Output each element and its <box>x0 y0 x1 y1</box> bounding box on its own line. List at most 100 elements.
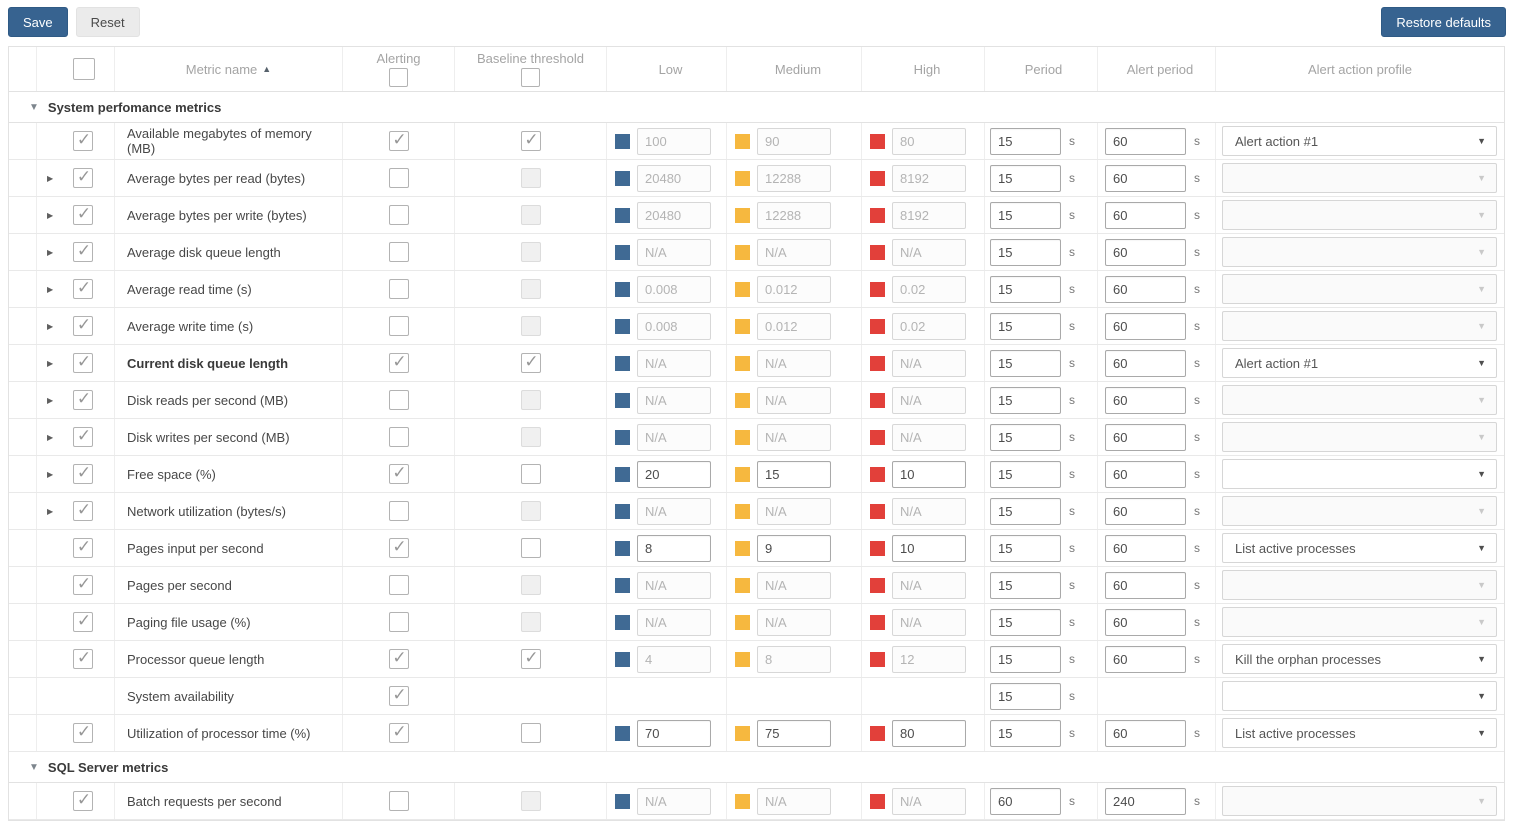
alerting-checkbox[interactable]: ✓ <box>388 353 409 373</box>
expand-icon[interactable]: ▶ <box>47 285 63 294</box>
period-input[interactable] <box>990 423 1061 451</box>
alert-period-input[interactable] <box>1105 164 1186 192</box>
alert-action-select[interactable]: Kill the orphan processes ▼ <box>1222 644 1497 674</box>
medium-input[interactable] <box>757 719 831 747</box>
baseline-checkbox[interactable]: ✓ <box>520 649 541 669</box>
save-button[interactable]: Save <box>8 7 68 37</box>
alerting-checkbox[interactable]: ✓ <box>388 131 409 151</box>
baseline-checkbox[interactable] <box>520 464 541 484</box>
row-checkbox[interactable]: ✓ <box>73 612 93 632</box>
alerting-checkbox[interactable] <box>388 575 409 595</box>
row-checkbox[interactable]: ✓ <box>73 279 93 299</box>
alert-period-input[interactable] <box>1105 201 1186 229</box>
alert-period-input[interactable] <box>1105 571 1186 599</box>
alert-period-input[interactable] <box>1105 275 1186 303</box>
alert-period-input[interactable] <box>1105 719 1186 747</box>
low-input[interactable] <box>637 719 711 747</box>
period-input[interactable] <box>990 275 1061 303</box>
period-input[interactable] <box>990 460 1061 488</box>
alert-period-input[interactable] <box>1105 349 1186 377</box>
alerting-checkbox[interactable] <box>388 791 409 811</box>
select-all-checkbox[interactable] <box>73 58 95 80</box>
period-input[interactable] <box>990 497 1061 525</box>
period-input[interactable] <box>990 312 1061 340</box>
alert-period-input[interactable] <box>1105 238 1186 266</box>
reset-button[interactable]: Reset <box>75 7 140 37</box>
restore-defaults-button[interactable]: Restore defaults <box>1381 7 1506 37</box>
alerting-checkbox[interactable] <box>388 390 409 410</box>
row-checkbox[interactable]: ✓ <box>73 205 93 225</box>
row-checkbox[interactable]: ✓ <box>73 242 93 262</box>
alerting-checkbox[interactable] <box>388 612 409 632</box>
alert-period-input[interactable] <box>1105 127 1186 155</box>
alerting-checkbox[interactable]: ✓ <box>388 464 409 484</box>
alerting-all-checkbox[interactable] <box>389 68 408 87</box>
baseline-checkbox[interactable]: ✓ <box>520 131 541 151</box>
period-input[interactable] <box>990 719 1061 747</box>
alerting-checkbox[interactable] <box>388 501 409 521</box>
row-checkbox[interactable]: ✓ <box>73 723 93 743</box>
alerting-checkbox[interactable]: ✓ <box>388 723 409 743</box>
period-input[interactable] <box>990 787 1061 815</box>
medium-input[interactable] <box>757 534 831 562</box>
expand-icon[interactable]: ▶ <box>47 396 63 405</box>
expand-icon[interactable]: ▶ <box>47 507 63 516</box>
alert-period-input[interactable] <box>1105 645 1186 673</box>
row-checkbox[interactable]: ✓ <box>73 131 93 151</box>
baseline-checkbox[interactable] <box>520 723 541 743</box>
baseline-all-checkbox[interactable] <box>521 68 540 87</box>
high-input[interactable] <box>892 460 966 488</box>
period-input[interactable] <box>990 386 1061 414</box>
alerting-checkbox[interactable]: ✓ <box>388 538 409 558</box>
alerting-checkbox[interactable] <box>388 242 409 262</box>
row-checkbox[interactable]: ✓ <box>73 464 93 484</box>
row-checkbox[interactable]: ✓ <box>73 316 93 336</box>
alerting-checkbox[interactable] <box>388 427 409 447</box>
expand-icon[interactable]: ▶ <box>47 433 63 442</box>
collapse-icon[interactable]: ▼ <box>29 762 39 773</box>
alerting-checkbox[interactable] <box>388 316 409 336</box>
alerting-checkbox[interactable]: ✓ <box>388 686 409 706</box>
medium-input[interactable] <box>757 460 831 488</box>
alert-action-select[interactable]: Alert action #1 ▼ <box>1222 126 1497 156</box>
expand-icon[interactable]: ▶ <box>47 174 63 183</box>
alert-period-input[interactable] <box>1105 386 1186 414</box>
baseline-checkbox[interactable] <box>520 538 541 558</box>
low-input[interactable] <box>637 460 711 488</box>
alert-period-input[interactable] <box>1105 497 1186 525</box>
header-metric-name[interactable]: Metric name ▲ <box>115 47 343 91</box>
alert-period-input[interactable] <box>1105 460 1186 488</box>
row-checkbox[interactable]: ✓ <box>73 538 93 558</box>
alert-period-input[interactable] <box>1105 312 1186 340</box>
period-input[interactable] <box>990 238 1061 266</box>
period-input[interactable] <box>990 201 1061 229</box>
baseline-checkbox[interactable]: ✓ <box>520 353 541 373</box>
period-input[interactable] <box>990 164 1061 192</box>
alert-period-input[interactable] <box>1105 608 1186 636</box>
alert-action-select[interactable]: List active processes ▼ <box>1222 533 1497 563</box>
low-input[interactable] <box>637 534 711 562</box>
row-checkbox[interactable]: ✓ <box>73 649 93 669</box>
period-input[interactable] <box>990 608 1061 636</box>
expand-icon[interactable]: ▶ <box>47 248 63 257</box>
expand-icon[interactable]: ▶ <box>47 322 63 331</box>
period-input[interactable] <box>990 534 1061 562</box>
row-checkbox[interactable]: ✓ <box>73 791 93 811</box>
alerting-checkbox[interactable]: ✓ <box>388 649 409 669</box>
row-checkbox[interactable]: ✓ <box>73 575 93 595</box>
expand-icon[interactable]: ▶ <box>47 470 63 479</box>
alerting-checkbox[interactable] <box>388 205 409 225</box>
alerting-checkbox[interactable] <box>388 168 409 188</box>
row-checkbox[interactable]: ✓ <box>73 168 93 188</box>
alert-period-input[interactable] <box>1105 423 1186 451</box>
row-checkbox[interactable]: ✓ <box>73 427 93 447</box>
period-input[interactable] <box>990 682 1061 710</box>
alert-period-input[interactable] <box>1105 787 1186 815</box>
period-input[interactable] <box>990 645 1061 673</box>
group-row[interactable]: ▼ System perfomance metrics <box>9 92 1504 123</box>
row-checkbox[interactable]: ✓ <box>73 390 93 410</box>
alert-action-select[interactable]: Alert action #1 ▼ <box>1222 348 1497 378</box>
period-input[interactable] <box>990 127 1061 155</box>
high-input[interactable] <box>892 534 966 562</box>
period-input[interactable] <box>990 571 1061 599</box>
